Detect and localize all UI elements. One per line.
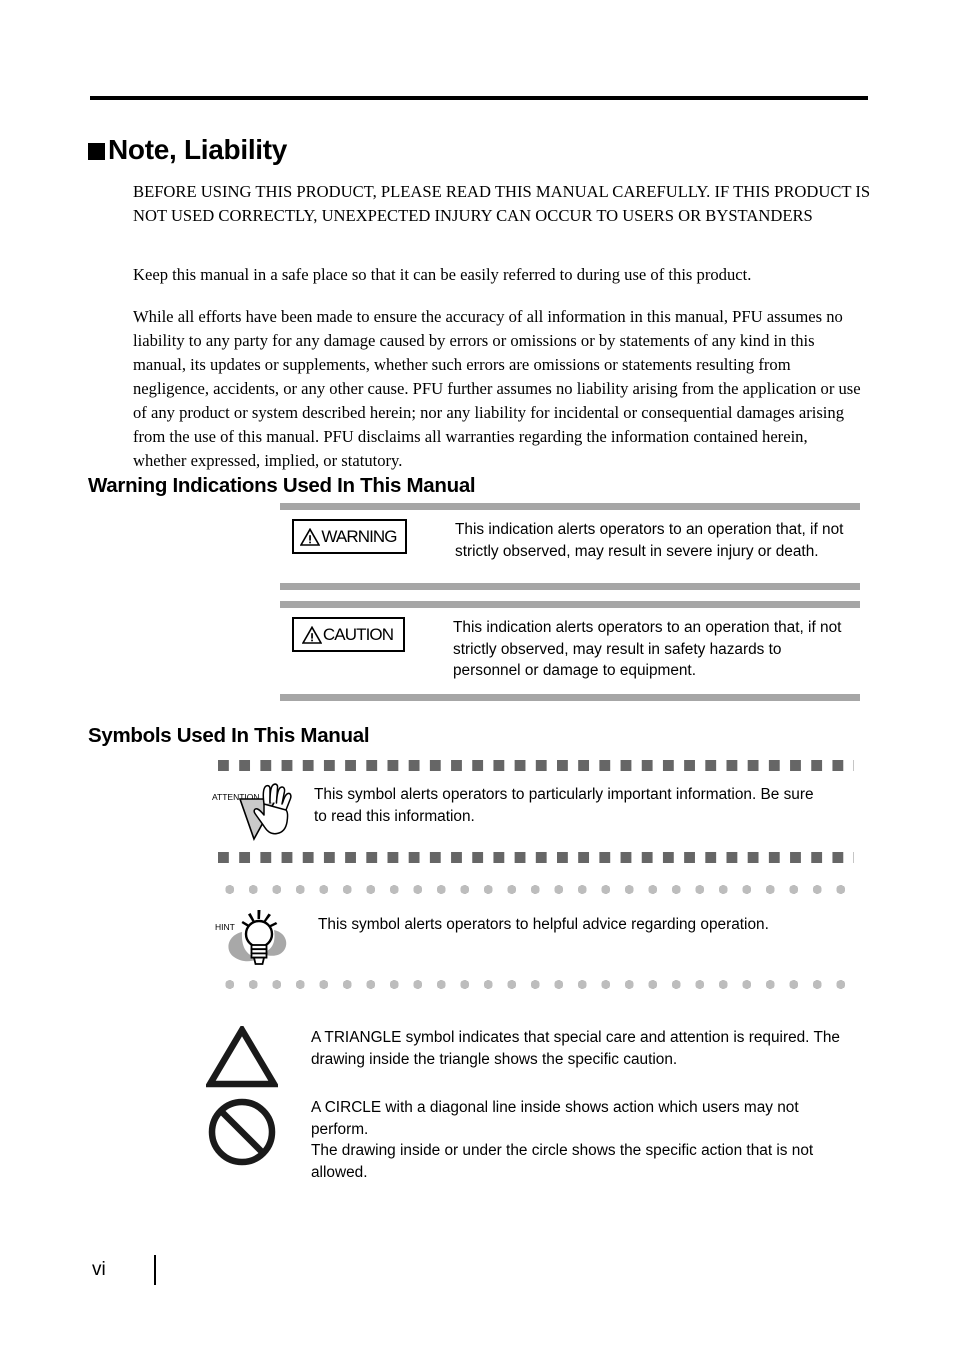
- caution-triangle-icon: [301, 625, 322, 644]
- page-title-text: Note, Liability: [108, 133, 288, 165]
- prohibition-circle-icon: [206, 1096, 278, 1173]
- hint-top-dot-rule: [218, 885, 854, 894]
- keep-manual-paragraph: Keep this manual in a safe place so that…: [133, 264, 752, 284]
- warning-badge-label: WARNING: [321, 526, 397, 546]
- square-bullet-icon: [88, 142, 105, 160]
- triangle-description: A TRIANGLE symbol indicates that special…: [311, 1029, 840, 1068]
- warning-badge: WARNING: [292, 519, 407, 554]
- attention-body: ATTENTION This symbol alerts operators t…: [212, 771, 854, 852]
- warning-block-bottom-bar: [280, 583, 860, 590]
- attention-top-dash-rule: [218, 760, 854, 771]
- intro-paragraph: BEFORE USING THIS PRODUCT, PLEASE READ T…: [133, 181, 871, 225]
- hint-description: This symbol alerts operators to helpful …: [318, 916, 769, 933]
- document-page: Note, Liability BEFORE USING THIS PRODUC…: [0, 0, 954, 1351]
- attention-symbol-block: ATTENTION This symbol alerts operators t…: [212, 760, 854, 863]
- hint-bottom-dot-rule: [218, 980, 854, 989]
- warning-indication-block: WARNING This indication alerts operators…: [280, 503, 860, 590]
- warning-description: This indication alerts operators to an o…: [455, 521, 844, 560]
- liability-paragraph: While all efforts have been made to ensu…: [133, 306, 861, 470]
- caution-block-bottom-bar: [280, 693, 860, 701]
- warning-block-body: WARNING This indication alerts operators…: [280, 510, 860, 583]
- page-number: vi: [92, 1259, 106, 1280]
- header-rule: [90, 96, 868, 100]
- hint-symbol-block: HINT This symbol alerts operators to hel…: [215, 885, 854, 989]
- warning-block-top-bar: [280, 503, 860, 510]
- prohibition-description: A CIRCLE with a diagonal line inside sho…: [311, 1099, 814, 1181]
- warning-triangle-icon: [300, 527, 321, 546]
- hint-lightbulb-icon: HINT: [212, 902, 304, 972]
- caution-block-top-bar: [280, 601, 860, 608]
- hint-icon-label: HINT: [215, 922, 235, 932]
- caution-badge: CAUTION: [292, 617, 405, 652]
- attention-hand-icon: ATTENTION: [210, 777, 302, 845]
- footer-divider: [154, 1255, 156, 1285]
- attention-description: This symbol alerts operators to particul…: [314, 786, 814, 825]
- section-heading-warning-indications: Warning Indications Used In This Manual: [88, 474, 476, 497]
- section-heading-symbols: Symbols Used In This Manual: [88, 724, 370, 747]
- triangle-symbol-row: A TRIANGLE symbol indicates that special…: [204, 1023, 856, 1093]
- caution-block-body: CAUTION This indication alerts operators…: [280, 608, 860, 694]
- page-title: Note, Liability: [88, 133, 287, 167]
- caution-indication-block: CAUTION This indication alerts operators…: [280, 601, 860, 701]
- attention-bottom-dash-rule: [218, 852, 854, 863]
- caution-description: This indication alerts operators to an o…: [453, 619, 842, 679]
- hint-body: HINT This symbol alerts operators to hel…: [215, 894, 854, 980]
- page-footer: vi: [92, 1255, 156, 1285]
- caution-badge-label: CAUTION: [322, 624, 394, 644]
- prohibition-symbol-row: A CIRCLE with a diagonal line inside sho…: [206, 1096, 856, 1183]
- triangle-outline-icon: [204, 1023, 280, 1093]
